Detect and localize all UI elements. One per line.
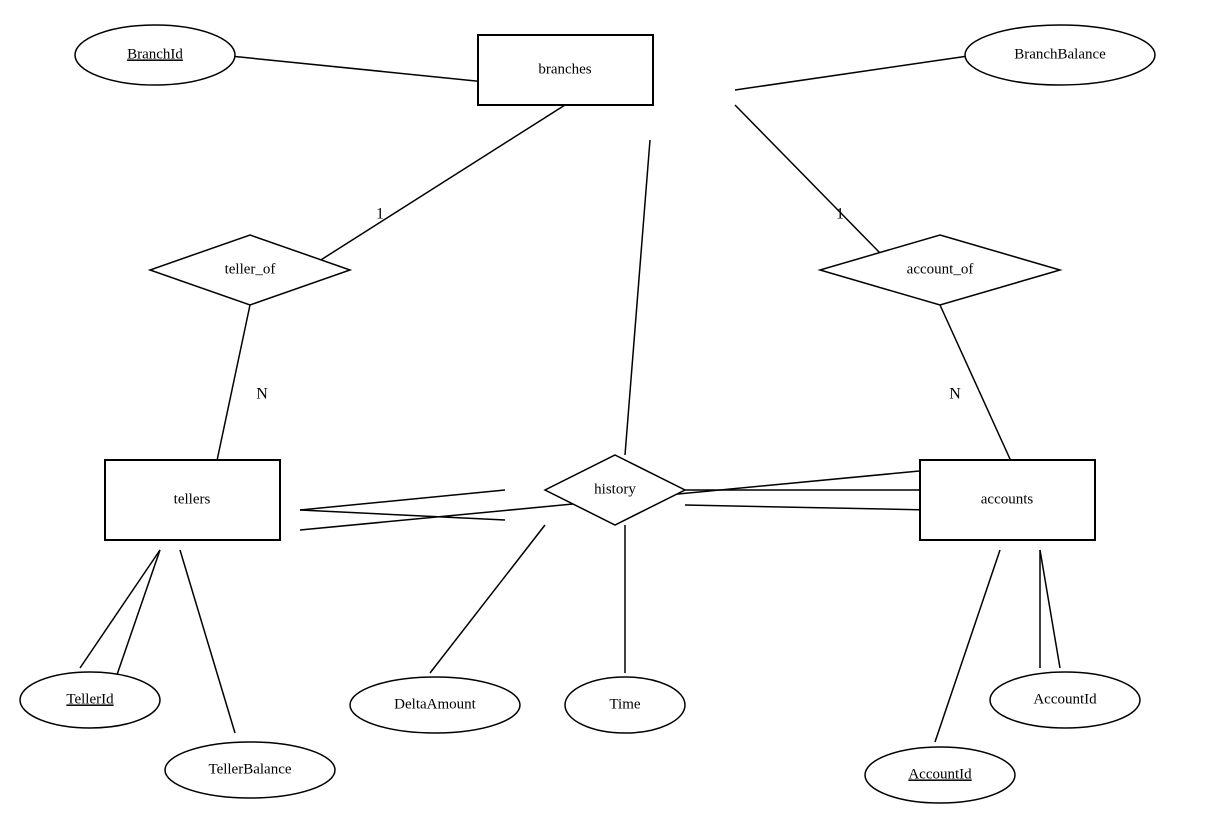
relation-accountof-label: account_of [907,261,974,277]
line-accountid-bottom [935,550,1000,742]
line-accounts-history-2 [685,505,930,510]
line-tellers-history-1 [300,490,505,510]
line-tellerid-1 [110,550,160,695]
line-tellerbalance [180,550,235,733]
line-branches-history [625,140,650,455]
cardinality-1-accountof: 1 [836,206,844,223]
cardinality-n-accountof: N [949,386,961,403]
line-tellers-history-2 [300,510,505,520]
attr-tellerid-label: TellerId [66,691,114,707]
attr-branchid-label: BranchId [127,46,183,62]
line-branchbalance [735,55,975,90]
attr-tellerbalance-label: TellerBalance [208,761,291,777]
line-deltaamount [430,525,545,673]
cardinality-1-tellerof: 1 [376,206,384,223]
line-branches-accountof [735,105,880,253]
relation-tellerof-label: teller_of [225,261,276,277]
line-accountid-top-1 [1040,550,1060,668]
attr-branchbalance-label: BranchBalance [1014,46,1106,62]
attr-time-label: Time [609,696,640,712]
line-tellerid-2 [80,550,160,668]
attr-deltaamount-label: DeltaAmount [394,696,476,712]
cardinality-n-tellerof: N [256,386,268,403]
attr-accountid-top-label: AccountId [1033,691,1097,707]
er-diagram: branches tellers accounts teller_of acco… [0,0,1230,816]
attr-accountid-bottom-label: AccountId [908,766,972,782]
line-branches-tellerof [305,105,565,270]
entity-tellers-label: tellers [174,491,211,507]
line-tellerof-tellers [215,305,250,470]
entity-accounts-label: accounts [981,491,1034,507]
relation-history-label: history [594,481,636,497]
entity-branches-label: branches [538,61,591,77]
